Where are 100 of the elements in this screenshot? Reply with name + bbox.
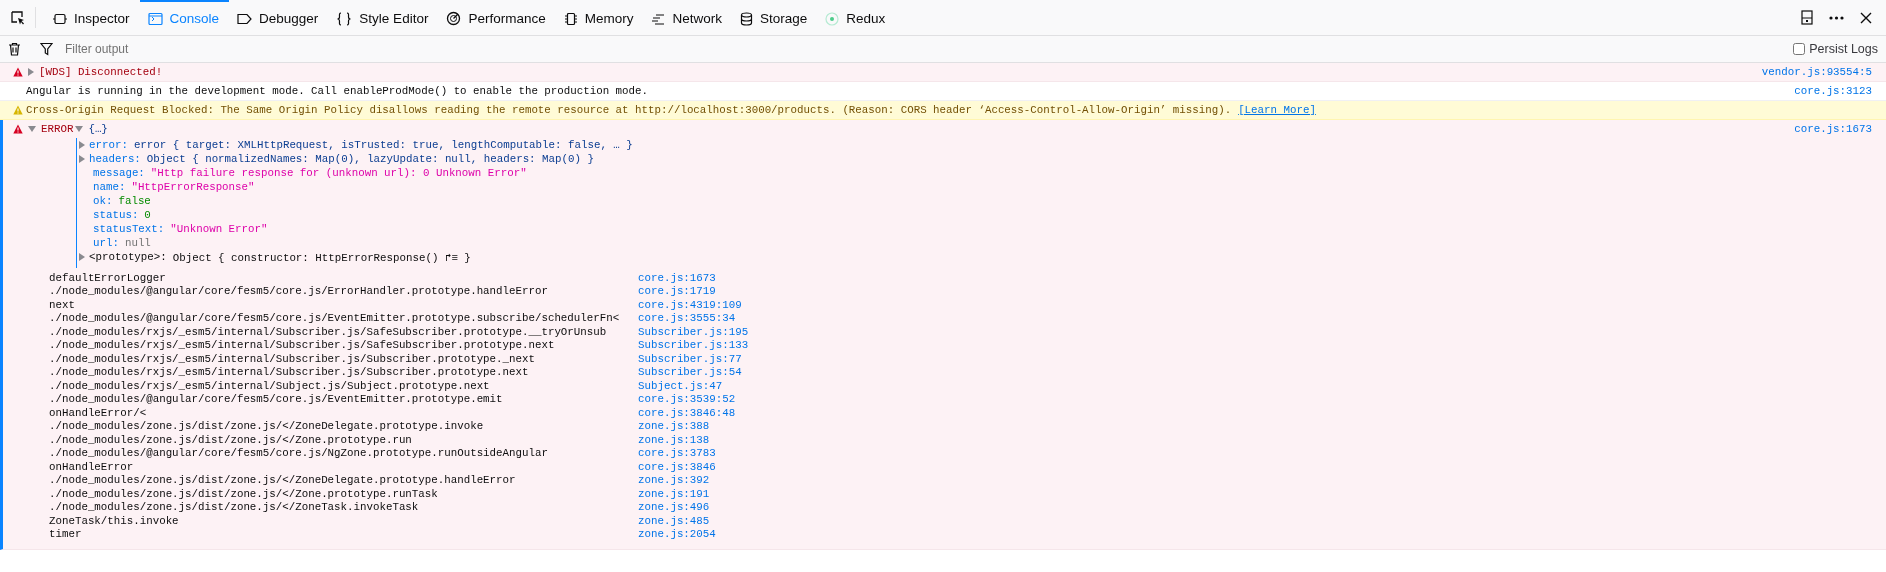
trash-icon[interactable] <box>8 42 21 56</box>
source-link[interactable]: vendor.js:93554:5 <box>1761 66 1872 78</box>
property-name: <prototype>: <box>89 251 167 263</box>
chip-icon <box>563 11 578 26</box>
error-icon <box>13 67 23 77</box>
devtools-tab[interactable]: Performance <box>438 0 556 35</box>
devtools-tab[interactable]: Style Editor <box>328 0 439 35</box>
warning-icon <box>13 105 23 115</box>
stack-function: ./node_modules/zone.js/dist/zone.js/</Zone.prototype.run <box>49 433 413 446</box>
property-name: headers: <box>89 153 141 165</box>
expand-arrow-icon[interactable] <box>79 253 85 261</box>
property-name: status: <box>93 209 139 221</box>
stack-source-link[interactable]: core.js:3783 <box>638 447 716 460</box>
property-value: "Unknown Error" <box>170 223 268 235</box>
stack-source-link[interactable]: Subject.js:47 <box>638 379 723 392</box>
property-value: Object { constructor: HttpErrorResponse() ↱≡ } <box>172 250 471 264</box>
stack-source-link[interactable]: zone.js:388 <box>638 420 710 433</box>
devtools-tab[interactable]: Inspector <box>45 0 140 35</box>
more-icon[interactable] <box>1829 15 1844 20</box>
persist-logs-checkbox[interactable]: Persist Logs <box>1793 42 1878 56</box>
stack-source-link[interactable]: core.js:1719 <box>638 285 716 298</box>
braces-icon <box>336 11 353 26</box>
stack-source-link[interactable]: Subscriber.js:195 <box>638 325 749 338</box>
stack-function: ./node_modules/@angular/core/fesm5/core.js/NgZone.prototype.runOutsideAngular <box>49 447 549 460</box>
object-summary[interactable]: {…} <box>88 123 108 135</box>
property-name: name: <box>93 181 126 193</box>
stack-function: ./node_modules/@angular/core/fesm5/core.js/EventEmitter.prototype.emit <box>49 393 504 406</box>
devtools-tab[interactable]: Memory <box>555 0 644 35</box>
stack-function: ./node_modules/zone.js/dist/zone.js/</ZoneDelegate.prototype.handleError <box>49 474 517 487</box>
filter-field[interactable]: Filter output <box>65 39 1794 59</box>
property-value: false <box>118 195 151 207</box>
property-value: error { target: XMLHttpRequest, isTrusted: true, lengthComputable: false, … } <box>133 139 633 151</box>
stack-source-link[interactable]: zone.js:485 <box>638 514 710 527</box>
property-name: message: <box>93 167 145 179</box>
stack-function: timer <box>49 528 83 541</box>
element-picker-icon[interactable] <box>10 9 26 26</box>
stack-function: onHandleError/< <box>49 406 148 419</box>
stack-function: ./node_modules/zone.js/dist/zone.js/</Zone.prototype.runTask <box>49 487 439 500</box>
stack-function: ./node_modules/zone.js/dist/zone.js/</ZoneDelegate.prototype.invoke <box>49 420 485 433</box>
property-name: error: <box>89 139 128 151</box>
stack-source-link[interactable]: core.js:3539:52 <box>638 393 736 406</box>
source-link[interactable]: core.js:3123 <box>1794 85 1872 97</box>
expand-arrow-icon[interactable] <box>79 155 85 163</box>
console-icon <box>147 11 163 26</box>
devtools-tab[interactable]: Console <box>139 0 230 35</box>
expand-arrow-icon[interactable] <box>75 126 84 132</box>
property-name: url: <box>93 237 119 249</box>
stack-function: ./node_modules/rxjs/_esm5/internal/Subject.js/Subject.prototype.next <box>49 379 491 392</box>
stack-function: ./node_modules/rxjs/_esm5/internal/Subscriber.js/SafeSubscriber.prototype.next <box>49 339 556 352</box>
database-icon <box>739 11 753 26</box>
stack-function: defaultErrorLogger <box>49 271 167 284</box>
stack-source-link[interactable]: core.js:4319:109 <box>638 298 742 311</box>
stack-function: ./node_modules/rxjs/_esm5/internal/Subscriber.js/Subscriber.prototype.next <box>49 366 530 379</box>
checkbox[interactable] <box>1793 43 1806 55</box>
gauge-icon <box>446 11 462 26</box>
property-value: "HttpErrorResponse" <box>131 181 255 193</box>
property-value: Object { normalizedNames: Map(0), lazyUpdate: null, headers: Map(0) } <box>146 153 594 165</box>
waterfall-icon <box>651 12 666 25</box>
message-text: ERROR <box>41 123 74 135</box>
dock-icon[interactable] <box>1801 10 1813 25</box>
property-value: "Http failure response for (unknown url): 0 Unknown Error" <box>150 167 527 179</box>
inspector-icon <box>53 11 67 26</box>
stack-source-link[interactable]: core.js:3846 <box>638 460 716 473</box>
expand-arrow-icon[interactable] <box>28 68 34 76</box>
stack-function: next <box>49 298 76 311</box>
stack-source-link[interactable]: zone.js:191 <box>638 487 710 500</box>
message-text: [WDS] Disconnected! <box>39 66 163 78</box>
stack-function: ./node_modules/@angular/core/fesm5/core.js/EventEmitter.prototype.subscribe/schedulerFn< <box>49 312 621 325</box>
devtools-tab[interactable]: Debugger <box>229 0 329 35</box>
message-text: Cross-Origin Request Blocked: The Same Origin Policy disallows reading the remote resource at http://localhost:3000/products. (Reason: CORS header ‘Access-Control-Allow-Origin’ missing). <box>26 104 1232 116</box>
stack-source-link[interactable]: zone.js:138 <box>638 433 710 446</box>
expand-arrow-icon[interactable] <box>79 141 85 149</box>
close-icon[interactable] <box>1860 11 1872 24</box>
error-icon <box>13 124 23 134</box>
property-name: ok: <box>93 195 113 207</box>
learn-more-link[interactable]: [Learn More] <box>1238 104 1316 116</box>
stack-source-link[interactable]: zone.js:496 <box>638 501 710 514</box>
stack-source-link[interactable]: Subscriber.js:54 <box>638 366 742 379</box>
tag-icon <box>237 12 253 25</box>
stack-source-link[interactable]: core.js:3555:34 <box>638 312 736 325</box>
filter-icon[interactable] <box>40 42 53 56</box>
stack-source-link[interactable]: core.js:3846:48 <box>638 406 736 419</box>
stack-function: ./node_modules/@angular/core/fesm5/core.js/ErrorHandler.prototype.handleError <box>49 285 549 298</box>
stack-function: ./node_modules/rxjs/_esm5/internal/Subscriber.js/SafeSubscriber.prototype.__tryOrUnsub <box>49 325 608 338</box>
property-value: null <box>124 237 151 249</box>
atom-icon <box>825 11 840 26</box>
devtools-tab[interactable]: Redux <box>817 0 896 35</box>
source-link[interactable]: core.js:1673 <box>1794 123 1872 135</box>
devtools-tab[interactable]: Storage <box>731 0 818 35</box>
stack-source-link[interactable]: Subscriber.js:77 <box>638 352 742 365</box>
stack-source-link[interactable]: zone.js:2054 <box>638 528 716 541</box>
stack-source-link[interactable]: Subscriber.js:133 <box>638 339 749 352</box>
stack-source-link[interactable]: zone.js:392 <box>638 474 710 487</box>
stack-function: ZoneTask/this.invoke <box>49 514 180 527</box>
stack-source-link[interactable]: core.js:1673 <box>638 271 716 284</box>
property-name: statusText: <box>93 223 165 235</box>
property-value: 0 <box>144 209 151 221</box>
expand-arrow-icon[interactable] <box>28 126 36 132</box>
devtools-tab[interactable]: Network <box>643 0 732 35</box>
message-text: Angular is running in the development mode. Call enableProdMode() to enable the production mode. <box>26 85 648 97</box>
